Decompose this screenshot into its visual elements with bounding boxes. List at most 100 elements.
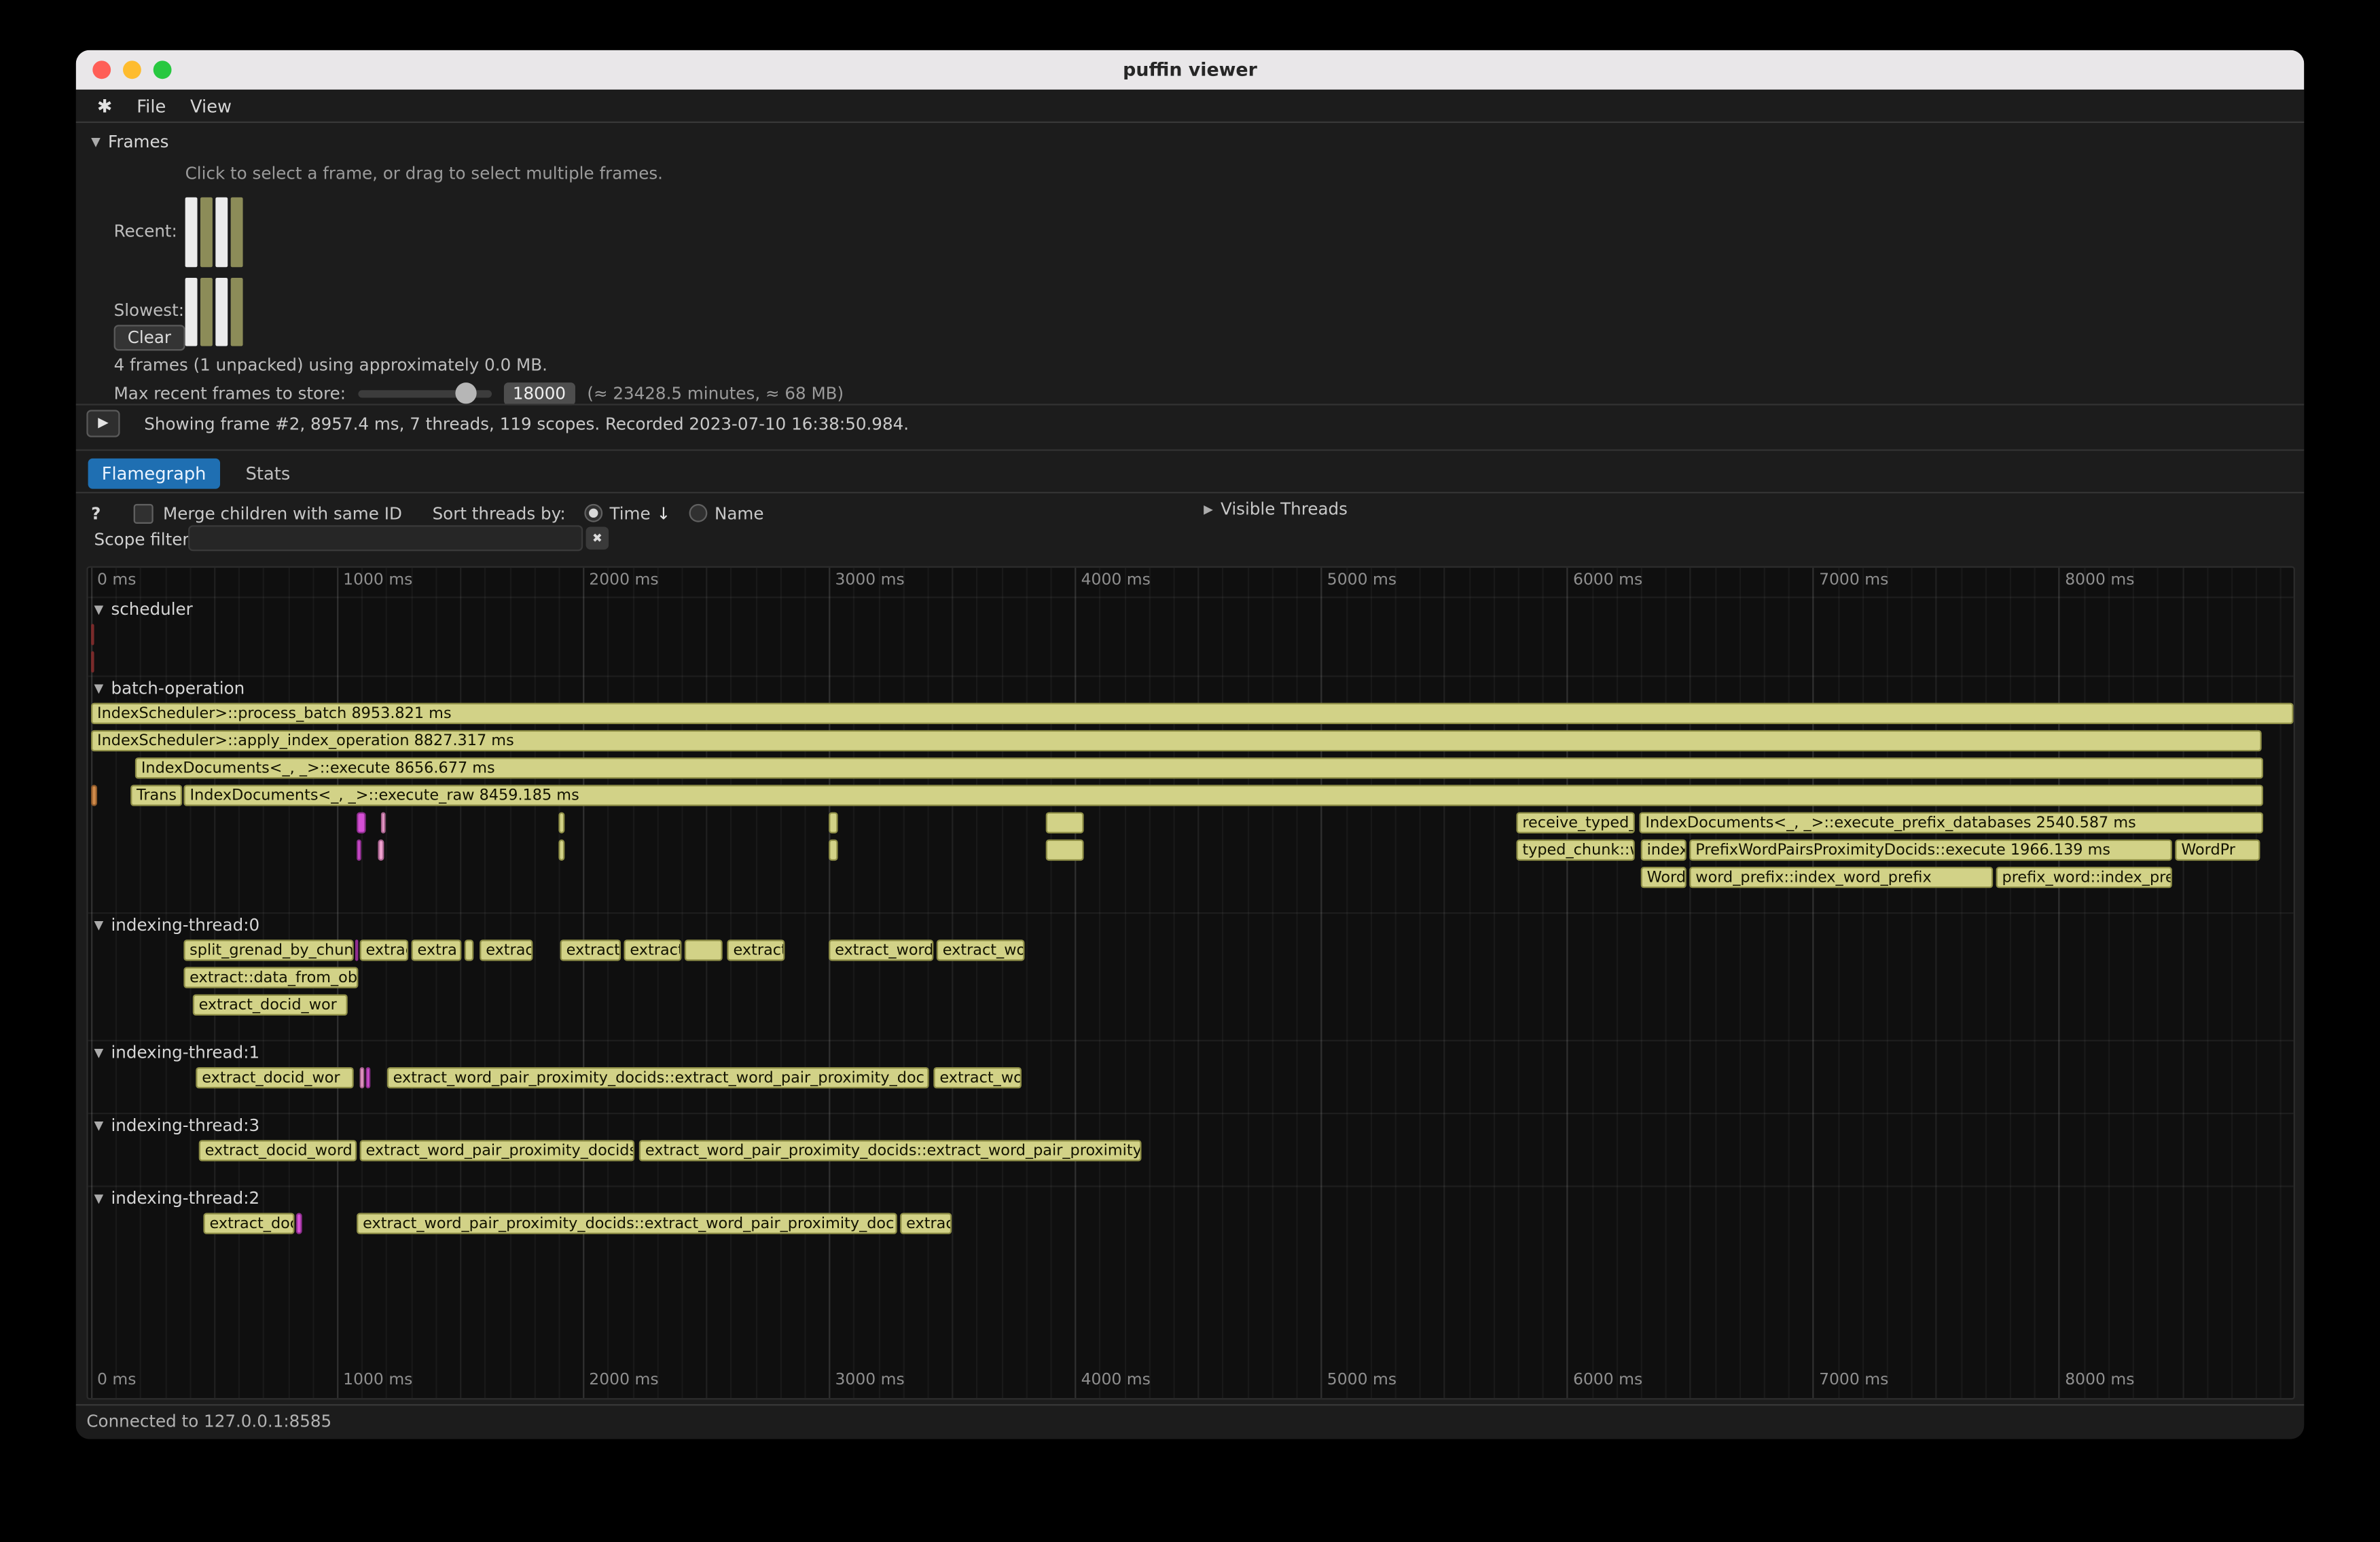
scope-bar[interactable]: extract <box>727 939 785 961</box>
scope-bar[interactable]: IndexDocuments<_, _>::execute_prefix_dat… <box>1639 812 2263 833</box>
scope-bar[interactable] <box>91 651 94 673</box>
thread-section-indexing-thread:2: ▼indexing-thread:2extract_doc extract_wor… <box>88 1185 2294 1237</box>
collapse-icon: ▼ <box>94 681 104 695</box>
scope-bar[interactable] <box>558 840 565 861</box>
scope-bar[interactable]: extract::data_from_ob <box>183 967 359 988</box>
max-frames-slider[interactable] <box>358 382 492 404</box>
scope-bar[interactable]: extract <box>624 939 681 961</box>
minimize-window-button[interactable] <box>123 60 141 79</box>
scope-bar[interactable] <box>357 840 362 861</box>
sort-time-label[interactable]: Time <box>609 503 650 523</box>
scope-bar[interactable] <box>355 939 358 961</box>
recent-frames-thumbnail[interactable] <box>185 198 246 268</box>
scope-bar[interactable]: IndexScheduler>::process_batch 8953.821 … <box>91 703 2293 724</box>
merge-children-label[interactable]: Merge children with same ID <box>163 503 402 523</box>
scope-bar[interactable]: word_prefix::index_word_prefix <box>1689 867 1992 888</box>
scope-bar[interactable] <box>378 840 383 861</box>
clear-frames-button[interactable]: Clear <box>114 325 185 351</box>
scope-bar[interactable] <box>558 812 565 833</box>
scope-bar[interactable]: extra <box>412 939 461 961</box>
scope-bar[interactable] <box>366 1067 372 1088</box>
thread-header-indexing-thread:3[interactable]: ▼indexing-thread:3 <box>88 1114 2294 1137</box>
sort-time-radio[interactable] <box>583 504 602 522</box>
frames-section-header[interactable]: ▼Frames <box>91 132 168 151</box>
flamegraph-canvas[interactable]: 0 ms1000 ms2000 ms3000 ms4000 ms5000 ms6… <box>86 567 2294 1400</box>
scope-bar[interactable]: extract_word_pair_proximity_docids::extr… <box>357 1213 897 1234</box>
thread-header-batch-operation[interactable]: ▼batch-operation <box>88 677 2294 700</box>
scope-bar[interactable]: extract_docid_wor <box>196 1067 353 1088</box>
scope-bar[interactable]: extract_word_pair_proximity_docids::extr… <box>639 1140 1142 1161</box>
scope-bar[interactable]: IndexDocuments<_, _>::execute 8656.677 m… <box>135 757 2264 778</box>
sort-direction-icon[interactable]: ↓ <box>657 503 671 523</box>
scope-bar[interactable]: receive_typed_ <box>1516 812 1634 833</box>
divider <box>76 492 2305 493</box>
scope-bar[interactable]: extract_doc <box>204 1213 294 1234</box>
scope-bar[interactable]: extract_wo <box>937 939 1024 961</box>
scope-bar[interactable]: prefix_word::index_prefix_wo <box>1996 867 2171 888</box>
scope-bar[interactable] <box>296 1213 302 1234</box>
scope-bar[interactable] <box>91 785 96 806</box>
scope-bar[interactable]: index <box>1641 840 1686 861</box>
timeline-tick-label: 4000 ms <box>1081 1371 1151 1389</box>
scope-bar[interactable] <box>381 812 386 833</box>
sort-name-label[interactable]: Name <box>715 503 764 523</box>
scope-bar[interactable]: split_grenad_by_chun <box>183 939 353 961</box>
scope-bar[interactable]: extract <box>360 939 408 961</box>
play-button[interactable]: ▶ <box>86 410 120 437</box>
scope-bar[interactable] <box>1046 840 1085 861</box>
scope-bar[interactable]: PrefixWordPairsProximityDocids::execute … <box>1689 840 2171 861</box>
collapse-icon: ▼ <box>94 1191 104 1205</box>
scope-bar[interactable]: IndexScheduler>::apply_index_operation 8… <box>91 730 2262 751</box>
visible-threads-toggle[interactable]: ▶Visible Threads <box>1204 499 1348 519</box>
scope-bar[interactable]: extract_word <box>829 939 933 961</box>
scope-bar[interactable]: Word <box>1641 867 1686 888</box>
thread-header-indexing-thread:0[interactable]: ▼indexing-thread:0 <box>88 914 2294 937</box>
help-button[interactable]: ? <box>91 503 101 523</box>
scope-bar[interactable]: extract_wo <box>933 1067 1021 1088</box>
scope-bar-label: extract_docid_word <box>200 1143 353 1160</box>
scope-bar[interactable] <box>1046 812 1085 833</box>
thread-sections: ▼scheduler ▼batch-operation IndexScheduler… <box>88 568 2294 1398</box>
tab-stats[interactable]: Stats <box>232 459 304 489</box>
max-frames-row: Max recent frames to store: 18000 (≈ 234… <box>114 380 844 407</box>
scope-bar[interactable] <box>360 1067 364 1088</box>
scope-bar[interactable]: WordPr <box>2175 840 2259 861</box>
scope-bar[interactable]: Trans <box>130 785 183 806</box>
scope-filter-input[interactable] <box>188 525 583 551</box>
scope-bar[interactable] <box>829 840 838 861</box>
view-tabs: Flamegraph Stats <box>88 459 304 489</box>
scope-bar-label: extract_wo <box>938 942 1024 959</box>
scope-bar[interactable] <box>829 812 838 833</box>
scope-bar[interactable] <box>91 624 94 645</box>
status-bar: Connected to 127.0.0.1:8585 <box>76 1404 2305 1439</box>
scope-bar[interactable]: typed_chunk::w <box>1516 840 1634 861</box>
zoom-window-button[interactable] <box>154 60 172 79</box>
stage: puffin viewer ✱ File View ▼Frames Click … <box>0 0 2380 1542</box>
merge-children-checkbox[interactable] <box>134 503 154 523</box>
thread-header-scheduler[interactable]: ▼scheduler <box>88 598 2294 621</box>
scope-bar[interactable] <box>357 812 365 833</box>
scope-bar[interactable]: extrac <box>480 939 532 961</box>
thread-header-indexing-thread:2[interactable]: ▼indexing-thread:2 <box>88 1187 2294 1211</box>
slider-knob[interactable] <box>455 382 476 404</box>
scope-bar[interactable]: IndexDocuments<_, _>::execute_raw 8459.1… <box>184 785 2264 806</box>
tab-flamegraph[interactable]: Flamegraph <box>88 459 220 489</box>
scope-bar[interactable]: extract_docid_wor <box>193 994 347 1016</box>
thread-header-indexing-thread:1[interactable]: ▼indexing-thread:1 <box>88 1041 2294 1064</box>
scope-bar[interactable] <box>685 939 723 961</box>
scope-bar[interactable]: extract_word_pair_proximity_docids::extr… <box>387 1067 930 1088</box>
menu-view[interactable]: View <box>178 92 244 119</box>
menu-file[interactable]: File <box>124 92 178 119</box>
close-window-button[interactable] <box>92 60 111 79</box>
scope-bar[interactable]: extract <box>560 939 620 961</box>
clear-filter-button[interactable]: ✖ <box>586 526 609 550</box>
scope-bar[interactable]: extract_word_pair_proximity_docids <box>360 1140 636 1161</box>
scope-bar[interactable]: extract_docid_word <box>199 1140 356 1161</box>
sort-name-radio[interactable] <box>689 504 707 522</box>
theme-toggle-icon[interactable]: ✱ <box>88 95 125 116</box>
max-frames-value[interactable]: 18000 <box>503 382 575 405</box>
scope-bar[interactable] <box>465 939 474 961</box>
scope-rows: extract_docid_wor extract_word_pair_proxi… <box>88 1064 2294 1092</box>
scope-bar[interactable]: extrac <box>900 1213 951 1234</box>
slowest-frames-thumbnail[interactable] <box>185 278 246 346</box>
